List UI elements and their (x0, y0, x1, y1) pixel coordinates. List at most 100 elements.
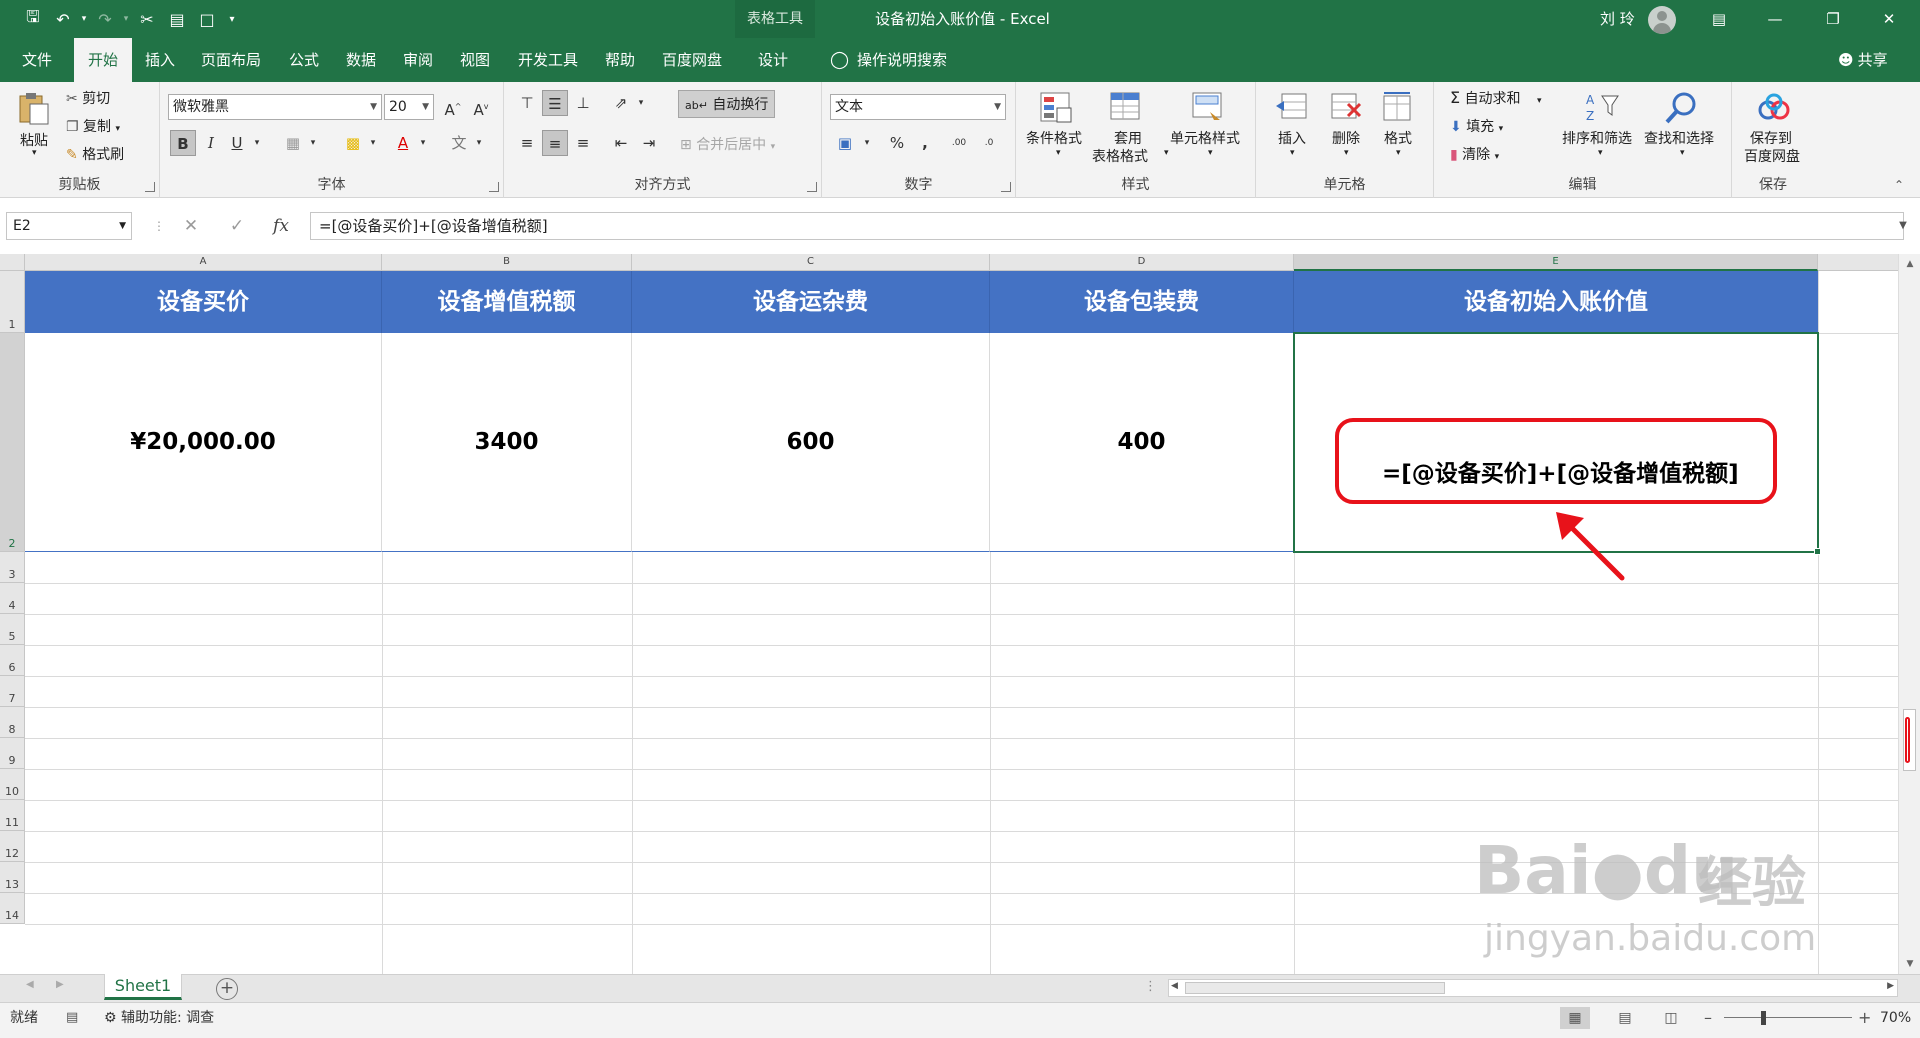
decrease-decimal-icon[interactable]: .0 (976, 130, 1002, 156)
conditional-dropdown-icon[interactable]: ▾ (1056, 148, 1061, 158)
paste-dropdown-icon[interactable]: ▾ (32, 148, 37, 158)
fill-handle[interactable] (1814, 548, 1821, 555)
formula-input[interactable]: =[@设备买价]+[@设备增值税额] (310, 212, 1904, 240)
customize-qat-icon[interactable]: ▾ (222, 14, 242, 25)
table-header-cell-b1[interactable]: 设备增值税额 (382, 271, 632, 333)
tab-splitter-icon[interactable]: ⋮ (1144, 979, 1157, 994)
save-to-label-2[interactable]: 百度网盘 (1744, 146, 1800, 166)
scroll-left-icon[interactable]: ◀ (1171, 981, 1178, 991)
insert-cells-label[interactable]: 插入 (1278, 128, 1306, 148)
align-left-icon[interactable]: ≡ (514, 130, 540, 156)
zoom-level[interactable]: 70% (1880, 1003, 1911, 1033)
table-cell-d2[interactable]: 400 (990, 333, 1294, 552)
column-header-f[interactable] (1818, 254, 1898, 271)
confirm-entry-icon[interactable]: ✓ (222, 212, 252, 240)
cancel-entry-icon[interactable]: ✕ (176, 212, 206, 240)
align-middle-icon[interactable]: ☰ (542, 90, 568, 116)
row-header-8[interactable]: 8 (0, 707, 25, 738)
ribbon-display-options-icon[interactable]: ▤ (1696, 0, 1742, 38)
cell-styles-label[interactable]: 单元格样式 (1170, 128, 1240, 148)
scroll-down-icon[interactable]: ▼ (1899, 956, 1920, 972)
user-avatar[interactable] (1648, 6, 1676, 34)
zoom-slider-thumb[interactable] (1761, 1011, 1766, 1025)
column-header-e[interactable]: E (1294, 254, 1818, 271)
undo-icon[interactable]: ↶ (48, 10, 78, 29)
row-header-1[interactable]: 1 (0, 271, 25, 333)
column-header-b[interactable]: B (382, 254, 632, 271)
sort-filter-icon[interactable]: AZ (1584, 90, 1620, 126)
row-header-7[interactable]: 7 (0, 676, 25, 707)
paste-icon[interactable] (16, 90, 52, 126)
accessibility-status[interactable]: ⚙ 辅助功能: 调查 (104, 1003, 214, 1033)
redo-dropdown-icon[interactable]: ▾ (120, 14, 132, 24)
align-top-icon[interactable]: ⊤ (514, 90, 540, 116)
tab-design[interactable]: 设计 (744, 38, 802, 82)
find-select-icon[interactable] (1664, 90, 1700, 126)
share-button[interactable]: ☻ 共享 (1838, 38, 1888, 82)
table-format-label-1[interactable]: 套用 (1114, 128, 1142, 148)
restore-icon[interactable]: ❐ (1810, 0, 1856, 38)
find-select-dropdown-icon[interactable]: ▾ (1680, 148, 1685, 158)
baidu-cloud-icon[interactable] (1756, 90, 1792, 126)
delete-cells-dropdown-icon[interactable]: ▾ (1344, 148, 1349, 158)
sort-filter-label[interactable]: 排序和筛选 (1562, 128, 1632, 148)
table-format-label-2[interactable]: 表格格式 (1092, 146, 1148, 166)
phonetic-dropdown-icon[interactable]: ▾ (466, 130, 492, 156)
clear-button[interactable]: ▮ 清除 ▾ (1450, 144, 1499, 164)
merge-center-button[interactable]: ⊞ 合并后居中 ▾ (680, 134, 775, 154)
borders-dropdown-icon[interactable]: ▾ (300, 130, 326, 156)
prev-sheet-icon[interactable]: ◀ (26, 979, 34, 990)
scroll-up-icon[interactable]: ▲ (1899, 256, 1920, 272)
collapse-ribbon-icon[interactable]: ⌃ (1894, 178, 1904, 192)
table-header-cell-c1[interactable]: 设备运杂费 (632, 271, 990, 333)
sort-filter-dropdown-icon[interactable]: ▾ (1598, 148, 1603, 158)
horizontal-scrollbar[interactable]: ◀ ▶ (1168, 979, 1898, 997)
align-bottom-icon[interactable]: ⊥ (570, 90, 596, 116)
accounting-dropdown-icon[interactable]: ▾ (854, 130, 880, 156)
tab-page-layout[interactable]: 页面布局 (196, 38, 266, 82)
number-launcher-icon[interactable] (1001, 182, 1011, 192)
row-header-5[interactable]: 5 (0, 614, 25, 645)
font-color-dropdown-icon[interactable]: ▾ (410, 130, 436, 156)
row-header-11[interactable]: 11 (0, 800, 25, 831)
macro-record-icon[interactable]: ▤ (66, 1003, 78, 1033)
close-icon[interactable]: ✕ (1866, 0, 1912, 38)
insert-function-icon[interactable]: fx (266, 212, 296, 240)
column-header-c[interactable]: C (632, 254, 990, 271)
minimize-icon[interactable]: — (1752, 0, 1798, 38)
cell-styles-dropdown-icon[interactable]: ▾ (1208, 148, 1213, 158)
row-header-10[interactable]: 10 (0, 769, 25, 800)
delete-cells-icon[interactable] (1328, 90, 1364, 126)
increase-decimal-icon[interactable]: .00 (946, 130, 972, 156)
tab-help[interactable]: 帮助 (596, 38, 644, 82)
delete-cells-label[interactable]: 删除 (1332, 128, 1360, 148)
tab-data[interactable]: 数据 (337, 38, 385, 82)
paste-label[interactable]: 粘贴 (20, 130, 48, 150)
find-select-label[interactable]: 查找和选择 (1644, 128, 1714, 148)
add-sheet-icon[interactable]: + (216, 978, 238, 1000)
tab-formulas[interactable]: 公式 (280, 38, 328, 82)
copy-dropdown-icon[interactable]: ▾ (115, 124, 120, 134)
save-to-label-1[interactable]: 保存到 (1750, 128, 1792, 148)
column-header-d[interactable]: D (990, 254, 1294, 271)
table-header-cell-a1[interactable]: 设备买价 (25, 271, 382, 333)
save-icon[interactable]: 🖫 (18, 6, 48, 33)
tell-me-search[interactable]: ◯ 操作说明搜索 (830, 38, 947, 82)
print-preview-icon[interactable]: ▤ (162, 10, 192, 29)
autosum-button[interactable]: Σ 自动求和 ▾ (1450, 88, 1542, 108)
format-painter-button[interactable]: ✎ 格式刷 (66, 144, 124, 164)
tab-baidu-disk[interactable]: 百度网盘 (652, 38, 732, 82)
percent-style-icon[interactable]: % (884, 130, 910, 156)
row-header-6[interactable]: 6 (0, 645, 25, 676)
italic-button[interactable]: I (198, 130, 224, 156)
select-all-corner[interactable] (0, 254, 25, 271)
expand-formula-bar-icon[interactable]: ▼ (1888, 212, 1918, 240)
comma-style-icon[interactable]: , (912, 130, 938, 156)
insert-cells-dropdown-icon[interactable]: ▾ (1290, 148, 1295, 158)
vertical-scrollbar[interactable]: ▲ ▼ (1898, 254, 1920, 974)
tab-home[interactable]: 开始 (74, 38, 132, 82)
format-cells-label[interactable]: 格式 (1384, 128, 1412, 148)
tab-review[interactable]: 审阅 (394, 38, 442, 82)
cut-icon[interactable]: ✂ (132, 10, 162, 29)
scroll-right-icon[interactable]: ▶ (1887, 981, 1894, 991)
